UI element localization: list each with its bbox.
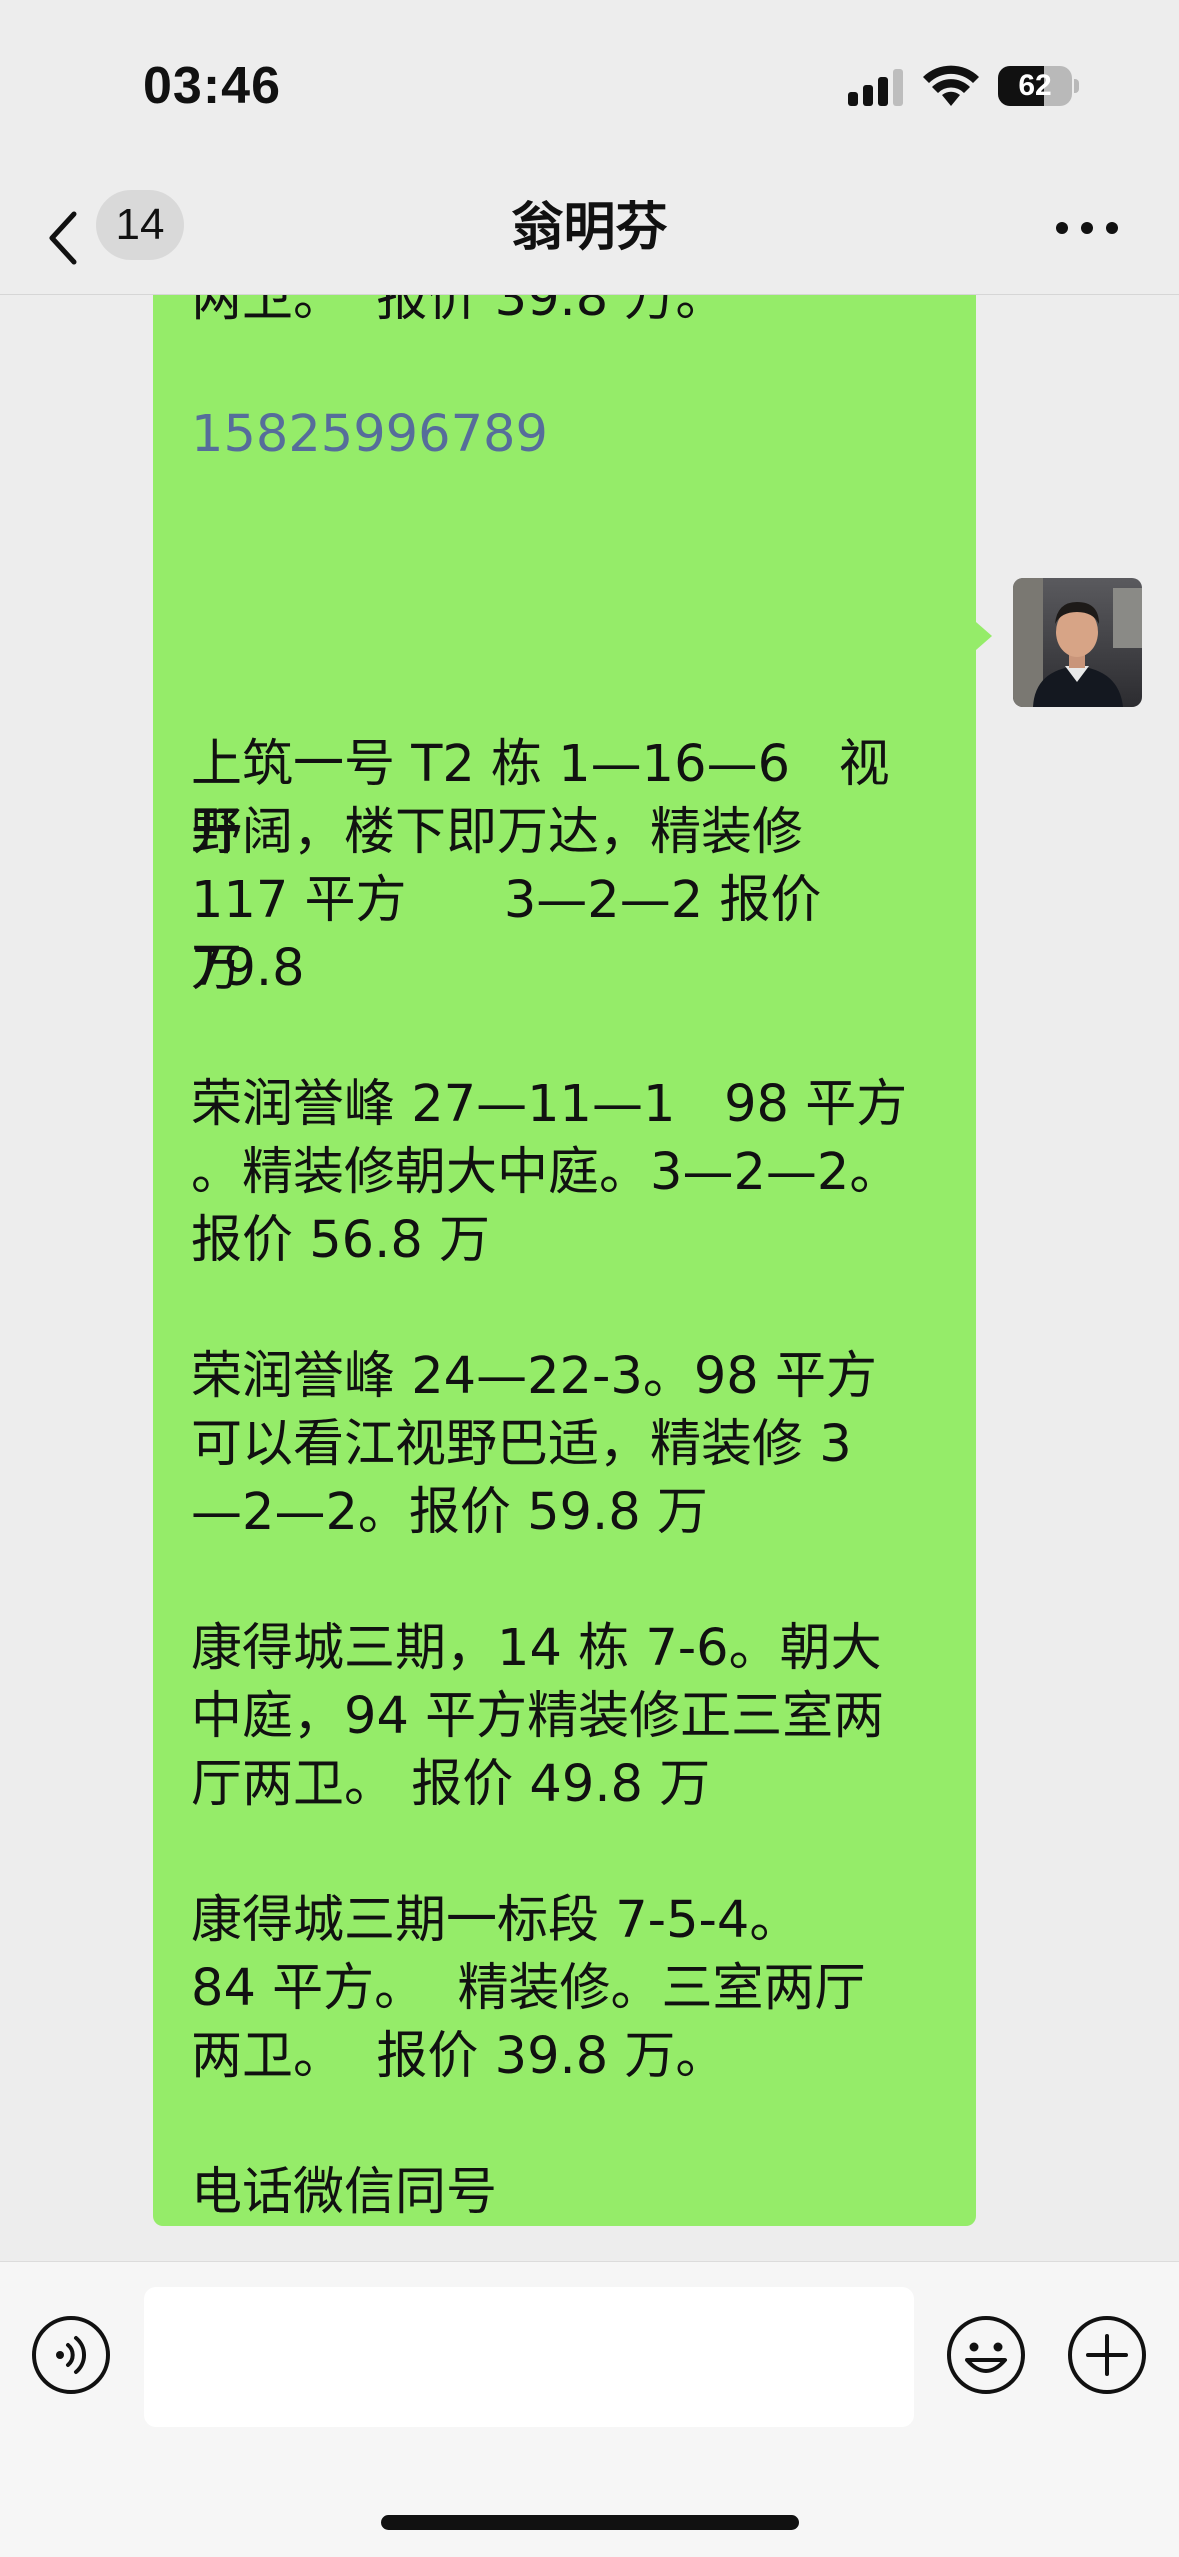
message-line: 上筑一号 T2 栋 1—16—6 视野 (191, 735, 890, 862)
more-functions-button[interactable] (1066, 2314, 1148, 2396)
chat-message-list[interactable]: 两卫。 报价 39.8 万。 15825996789 上筑一号 T2 栋 1—1… (0, 295, 1179, 2261)
message-line: 康得城三期一标段 7-5-4。 (191, 1891, 801, 1950)
emoji-button[interactable] (945, 2314, 1027, 2396)
status-bar: 03:46 62 (0, 0, 1179, 180)
status-time: 03:46 (143, 57, 281, 115)
message-line: 荣润誉峰 27—11—1 98 平方 (191, 1075, 908, 1134)
message-line: 可以看江视野巴适，精装修 3 (191, 1415, 852, 1474)
message-line: 康得城三期，14 栋 7-6。朝大 (191, 1619, 882, 1678)
more-options-icon[interactable] (1052, 208, 1122, 248)
message-line: —2—2。报价 59.8 万 (191, 1483, 708, 1542)
battery-percent: 62 (1018, 69, 1052, 102)
message-line: 两卫。 报价 39.8 万。 (191, 2027, 727, 2086)
message-input[interactable] (144, 2287, 914, 2427)
bubble-tail (976, 622, 992, 650)
message-line (191, 1547, 938, 1615)
avatar[interactable] (1013, 578, 1142, 707)
message-line: 厅两卫。 报价 49.8 万 (191, 1755, 711, 1814)
message-text: 两卫。 报价 39.8 万。 (191, 295, 727, 328)
back-button[interactable]: 14 (44, 180, 194, 294)
message-line: 开阔，楼下即万达，精装修 (191, 803, 804, 862)
unread-count-badge: 14 (96, 190, 184, 260)
message-line: 中庭，94 平方精装修正三室两 (191, 1687, 885, 1746)
cellular-signal-icon (848, 69, 903, 106)
phone-number-link[interactable]: 15825996789 (191, 401, 548, 469)
message-line (191, 1275, 938, 1343)
message-input-bar (0, 2261, 1179, 2557)
message-line (191, 2091, 938, 2159)
message-line: 84 平方。 精装修。三室两厅 (191, 1959, 866, 2018)
home-indicator (381, 2515, 799, 2530)
chat-header: 14 翁明芬 (0, 180, 1179, 295)
message-text: 上筑一号 T2 栋 1—16—6 视野 开阔，楼下即万达，精装修 117 平方 3—… (191, 731, 938, 2227)
wifi-icon (923, 65, 979, 106)
battery-icon: 62 (998, 66, 1079, 106)
message-bubble-listings[interactable]: 上筑一号 T2 栋 1—16—6 视野 开阔，楼下即万达，精装修 117 平方 3—… (153, 578, 976, 2226)
avatar-photo-icon (1013, 578, 1142, 707)
message-line: 电话微信同号 (191, 2163, 498, 2222)
message-line (191, 1819, 938, 1887)
message-line: 荣润誉峰 24—22-3。98 平方 (191, 1347, 877, 1406)
message-line: 。精装修朝大中庭。3—2—2。 (191, 1143, 901, 1202)
chevron-left-icon (49, 211, 77, 265)
voice-input-button[interactable] (30, 2314, 112, 2396)
message-line: 报价 56.8 万 (191, 1211, 490, 1270)
message-line (191, 1003, 938, 1071)
message-line: 117 平方 3—2—2 报价 79.8 (191, 871, 838, 998)
